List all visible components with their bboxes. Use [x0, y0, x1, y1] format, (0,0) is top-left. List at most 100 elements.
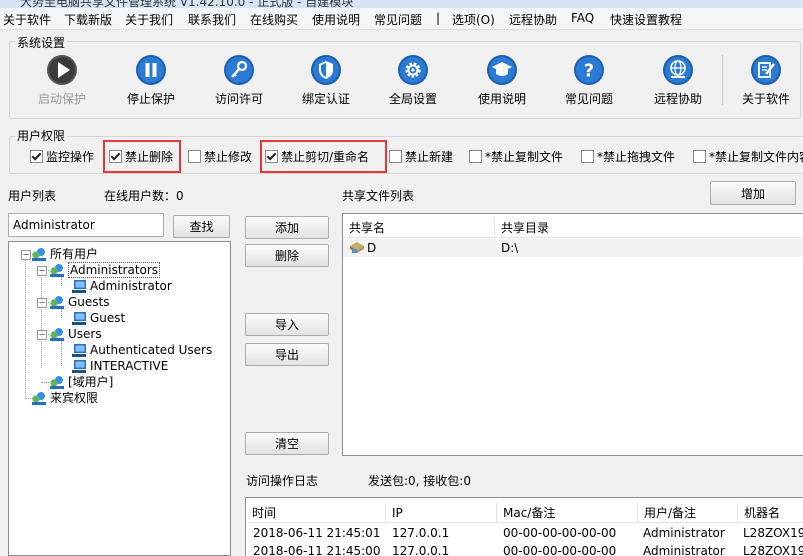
tree-node-users[interactable]: Users: [49, 326, 102, 342]
col-share-dir[interactable]: 共享目录: [495, 218, 803, 238]
expand-toggle[interactable]: −: [37, 266, 47, 276]
chk-forbid-drag-file[interactable]: *禁止拖拽文件: [581, 148, 675, 164]
window-title: 大势至电脑共享文件管理系统 V1.42.10.0 - 正式版 - 自建模块: [20, 0, 354, 8]
menu-about-us[interactable]: 关于我们: [125, 11, 173, 28]
log-time-cell: 2018-06-11 21:45:01: [253, 526, 381, 540]
chk-forbid-modify-label: 禁止修改: [204, 150, 253, 164]
expand-toggle[interactable]: −: [37, 298, 47, 308]
chk-forbid-create[interactable]: 禁止新建: [389, 148, 453, 164]
access-log-title: 访问操作日志: [246, 474, 319, 488]
bind-auth-button[interactable]: 绑定认证: [286, 53, 366, 109]
tree-node-guest[interactable]: Guest: [71, 310, 125, 326]
tree-node-interactive[interactable]: INTERACTIVE: [71, 358, 168, 374]
tree-node-all-users[interactable]: 所有用户: [31, 246, 98, 262]
menu-help[interactable]: 使用说明: [312, 11, 360, 28]
toolbar-separator: [722, 55, 723, 105]
user-tree[interactable]: − − − − 所有用户 Administrators Administrato…: [8, 241, 231, 556]
remote-assist-label: 远程协助: [653, 92, 702, 106]
col-machine[interactable]: 机器名: [738, 503, 803, 523]
menu-remote[interactable]: 远程协助: [509, 11, 557, 28]
tree-node-administrators[interactable]: Administrators: [49, 262, 161, 278]
about-software-button[interactable]: 关于软件: [726, 53, 803, 109]
list-item[interactable]: D D:\: [343, 239, 803, 257]
chk-forbid-copy-file-label: *禁止复制文件: [485, 150, 564, 164]
tree-line: [41, 268, 42, 368]
checkbox-checked[interactable]: [30, 150, 43, 163]
tree-node-administrator[interactable]: Administrator: [71, 278, 172, 294]
chk-forbid-drag-file-label: *禁止拖拽文件: [597, 150, 676, 164]
remote-assist-button[interactable]: 远程协助: [638, 53, 718, 109]
log-machine-cell: L28ZOX193: [743, 526, 803, 540]
global-settings-button[interactable]: 全局设置: [373, 53, 453, 109]
globe-icon: [663, 55, 693, 85]
tree-node-guest-permissions[interactable]: 来宾权限: [31, 390, 98, 406]
menu-faq-cn[interactable]: 常见问题: [374, 11, 422, 28]
tree-line: [61, 340, 62, 366]
shared-files-list[interactable]: 共享名 共享目录 D D:\: [342, 213, 803, 456]
access-log-list[interactable]: 时间 IP Mac/备注 用户/备注 机器名 2018-06-11 21:45:…: [245, 497, 803, 556]
col-user[interactable]: 用户/备注: [638, 503, 738, 523]
menu-about-software[interactable]: 关于软件: [3, 11, 51, 28]
checkbox-unchecked[interactable]: [389, 150, 402, 163]
share-dir-cell: D:\: [501, 241, 519, 255]
checkbox-unchecked[interactable]: [469, 150, 482, 163]
tree-node-domain-users[interactable]: [域用户]: [49, 374, 113, 390]
faq-button[interactable]: ? 常见问题: [549, 53, 629, 109]
menu-faq[interactable]: FAQ: [571, 11, 594, 25]
user-search-input[interactable]: [8, 213, 164, 237]
computer-user-icon: [72, 344, 86, 357]
import-button[interactable]: 导入: [245, 313, 329, 336]
chk-monitor-operation[interactable]: 监控操作: [30, 148, 94, 164]
chk-forbid-copy-file[interactable]: *禁止复制文件: [469, 148, 563, 164]
tree-node-guests[interactable]: Guests: [49, 294, 110, 310]
start-protection-button[interactable]: 启动保护: [22, 53, 102, 109]
log-time-cell: 2018-06-11 21:45:00: [253, 544, 381, 556]
clear-button[interactable]: 清空: [245, 432, 329, 455]
col-mac[interactable]: Mac/备注: [497, 503, 638, 523]
checkbox-unchecked[interactable]: [188, 150, 201, 163]
search-button[interactable]: 查找: [173, 215, 230, 238]
user-group-icon: [50, 376, 64, 389]
shared-drive-icon: [350, 242, 364, 253]
col-share-name[interactable]: 共享名: [343, 218, 495, 238]
start-protection-label: 启动保护: [37, 92, 86, 106]
menu-options[interactable]: 选项(O): [452, 11, 495, 28]
menu-download[interactable]: 下载新版: [64, 11, 112, 28]
chk-forbid-modify[interactable]: 禁止修改: [188, 148, 252, 164]
shared-files-title: 共享文件列表: [342, 189, 415, 203]
tree-node-label: Users: [68, 327, 102, 341]
chk-forbid-copy-content[interactable]: *禁止复制文件内容: [693, 148, 803, 164]
checkbox-unchecked[interactable]: [581, 150, 594, 163]
global-settings-label: 全局设置: [388, 92, 437, 106]
user-guide-button[interactable]: 使用说明: [462, 53, 542, 109]
col-time[interactable]: 时间: [246, 503, 386, 523]
share-name-cell: D: [367, 241, 377, 255]
table-row[interactable]: 2018-06-11 21:45:01 127.0.0.1 00-00-00-0…: [246, 525, 803, 541]
menu-bar: 关于软件 下载新版 关于我们 联系我们 在线购买 使用说明 常见问题 | 选项(…: [0, 8, 803, 30]
access-permission-button[interactable]: 访问许可: [199, 53, 279, 109]
user-group-icon: [50, 296, 64, 309]
tree-node-authenticated-users[interactable]: Authenticated Users: [71, 342, 212, 358]
tree-node-label: [域用户]: [68, 375, 114, 389]
computer-user-icon: [72, 360, 86, 373]
export-button[interactable]: 导出: [245, 343, 329, 366]
menu-tutorial[interactable]: 快速设置教程: [610, 11, 682, 28]
user-group-icon: [32, 248, 46, 261]
table-row[interactable]: 2018-06-11 21:45:00 127.0.0.1 00-00-00-0…: [246, 543, 803, 556]
user-group-icon: [32, 392, 46, 405]
chk-forbid-copy-content-label: *禁止复制文件内容: [709, 150, 803, 164]
tree-node-label: Administrators: [68, 262, 161, 278]
stop-protection-button[interactable]: 停止保护: [111, 53, 191, 109]
add-button[interactable]: 添加: [245, 216, 329, 239]
expand-toggle[interactable]: −: [37, 330, 47, 340]
delete-button[interactable]: 删除: [245, 244, 329, 267]
play-icon: [47, 55, 77, 85]
tree-node-label: 来宾权限: [50, 391, 99, 405]
menu-buy[interactable]: 在线购买: [250, 11, 298, 28]
menu-contact[interactable]: 联系我们: [188, 11, 236, 28]
shared-add-button[interactable]: 增加: [710, 181, 796, 205]
checkbox-unchecked[interactable]: [693, 150, 706, 163]
expand-toggle[interactable]: −: [21, 250, 31, 260]
computer-user-icon: [72, 312, 86, 325]
col-ip[interactable]: IP: [386, 503, 497, 523]
